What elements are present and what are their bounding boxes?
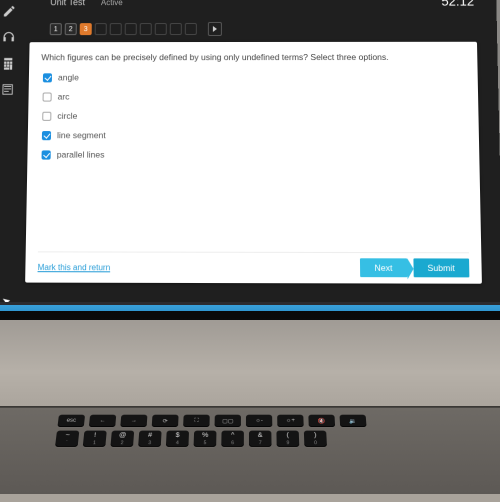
timer-value: 52:12 <box>418 0 474 9</box>
option-angle[interactable]: angle <box>43 72 466 82</box>
checkbox-icon[interactable] <box>43 92 52 101</box>
option-label: arc <box>58 91 70 101</box>
key-mute[interactable]: 🔇 <box>308 415 335 427</box>
pager-slot[interactable] <box>140 23 152 35</box>
key-forward[interactable]: → <box>120 415 147 427</box>
headphones-icon[interactable] <box>2 30 16 44</box>
pager-slot[interactable] <box>185 23 197 35</box>
options-list: angle arc circle line segment parallel l… <box>42 72 468 160</box>
key-overview[interactable]: ▢▢ <box>215 415 241 427</box>
status-active: Active <box>101 0 123 8</box>
option-label: parallel lines <box>57 149 105 159</box>
key-9[interactable]: (9 <box>276 431 299 447</box>
key-tilde[interactable]: ~` <box>55 431 79 447</box>
question-pager: 1 2 3 <box>0 20 497 43</box>
option-label: angle <box>58 72 79 82</box>
pager-2[interactable]: 2 <box>65 23 77 35</box>
note-icon[interactable] <box>0 82 14 96</box>
key-7[interactable]: &7 <box>249 431 272 447</box>
key-0[interactable]: )0 <box>304 431 327 447</box>
submit-button[interactable]: Submit <box>413 258 469 277</box>
page-subtitle: Unit Test <box>50 0 85 8</box>
key-refresh[interactable]: ⟳ <box>152 415 179 427</box>
key-vol-down[interactable]: 🔉 <box>339 415 366 427</box>
pager-slot[interactable] <box>170 23 182 35</box>
key-fullscreen[interactable]: ⛶ <box>183 415 210 427</box>
option-circle[interactable]: circle <box>42 111 466 121</box>
key-4[interactable]: $4 <box>166 431 189 447</box>
checkbox-icon[interactable] <box>42 150 51 159</box>
pager-slot[interactable] <box>125 23 137 35</box>
card-footer: Mark this and return Next Submit <box>37 251 469 277</box>
key-6[interactable]: ^6 <box>221 431 244 447</box>
num-row: ~` !1 @2 #3 $4 %5 ^6 &7 (9 )0 <box>55 431 492 447</box>
next-button[interactable]: Next <box>360 258 407 277</box>
screen: Unit Test Unit Test Active TIME REMAININ… <box>0 0 500 315</box>
option-label: circle <box>57 111 77 121</box>
option-parallel-lines[interactable]: parallel lines <box>42 149 468 160</box>
option-line-segment[interactable]: line segment <box>42 130 467 140</box>
key-bright-up[interactable]: ☼+ <box>277 415 304 427</box>
laptop-body: esc ← → ⟳ ⛶ ▢▢ ☼- ☼+ 🔇 🔉 ~` !1 @2 #3 $4 … <box>0 302 500 502</box>
pager-slot[interactable] <box>95 23 107 35</box>
mark-return-link[interactable]: Mark this and return <box>38 262 111 272</box>
pager-1[interactable]: 1 <box>50 23 62 35</box>
calculator-icon[interactable] <box>1 56 15 70</box>
question-prompt: Which figures can be precisely defined b… <box>41 52 465 62</box>
checkbox-icon[interactable] <box>43 73 52 82</box>
checkbox-icon[interactable] <box>42 131 51 140</box>
topbar: Unit Test Unit Test Active TIME REMAININ… <box>0 0 497 20</box>
play-icon <box>213 26 217 32</box>
option-arc[interactable]: arc <box>43 91 466 101</box>
pager-slot[interactable] <box>155 23 167 35</box>
checkbox-icon[interactable] <box>42 111 51 120</box>
timer: TIME REMAINING 52:12 <box>418 0 474 9</box>
key-1[interactable]: !1 <box>83 431 107 447</box>
key-esc[interactable]: esc <box>57 415 85 427</box>
pager-slot[interactable] <box>110 23 122 35</box>
key-2[interactable]: @2 <box>110 431 134 447</box>
question-card: Which figures can be precisely defined b… <box>25 42 482 284</box>
keyboard: esc ← → ⟳ ⛶ ▢▢ ☼- ☼+ 🔇 🔉 ~` !1 @2 #3 $4 … <box>0 406 500 494</box>
key-bright-down[interactable]: ☼- <box>246 415 272 427</box>
play-button[interactable] <box>208 22 222 36</box>
pager-3[interactable]: 3 <box>80 23 92 35</box>
option-label: line segment <box>57 130 106 140</box>
fn-row: esc ← → ⟳ ⛶ ▢▢ ☼- ☼+ 🔇 🔉 <box>57 415 489 427</box>
key-3[interactable]: #3 <box>138 431 161 447</box>
key-5[interactable]: %5 <box>194 431 217 447</box>
key-back[interactable]: ← <box>89 415 116 427</box>
